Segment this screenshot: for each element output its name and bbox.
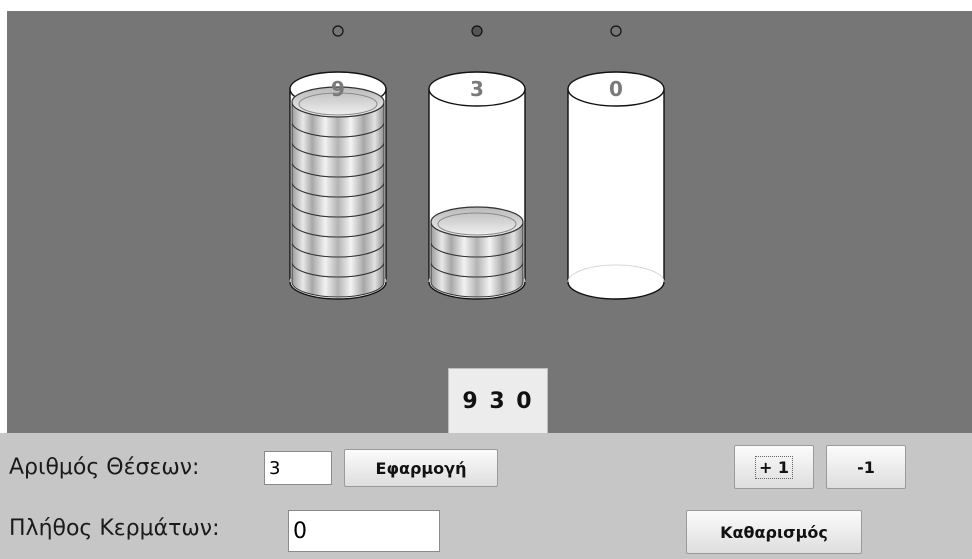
apply-button-label: Εφαρμογή [375,458,467,478]
column-selector-dot[interactable] [471,25,483,37]
minus-one-button[interactable]: -1 [826,445,906,489]
positions-label: Αριθμός Θέσεων: [9,455,200,480]
positions-input[interactable] [264,451,332,485]
coins-label: Πλήθος Κερμάτων: [9,516,220,541]
coins-input[interactable] [288,510,440,552]
clear-button[interactable]: Καθαρισμός [686,510,862,554]
apply-button[interactable]: Εφαρμογή [344,449,498,487]
column-digit-label: 9 [331,77,345,101]
coin-column-2[interactable]: 3 [428,25,526,300]
column-selector-dot[interactable] [332,25,344,37]
clear-button-label: Καθαρισμός [720,522,828,542]
coin-column-3[interactable]: 0 [567,25,665,300]
plus-one-label: + 1 [754,455,794,479]
coin-column-1[interactable]: 9 [289,25,387,300]
cylinder-body [567,88,665,300]
column-digit-label: 3 [470,77,484,101]
plus-one-button[interactable]: + 1 [734,445,814,489]
abacus-canvas: 9 3 0 9 3 0 [7,11,972,434]
number-readout: 9 3 0 [448,368,548,434]
coin-top-face [430,206,524,238]
minus-one-label: -1 [857,457,875,477]
control-panel: Αριθμός Θέσεων: Εφαρμογή + 1 -1 Πλήθος Κ… [0,433,972,559]
column-digit-label: 0 [609,77,623,101]
column-selector-dot[interactable] [610,25,622,37]
